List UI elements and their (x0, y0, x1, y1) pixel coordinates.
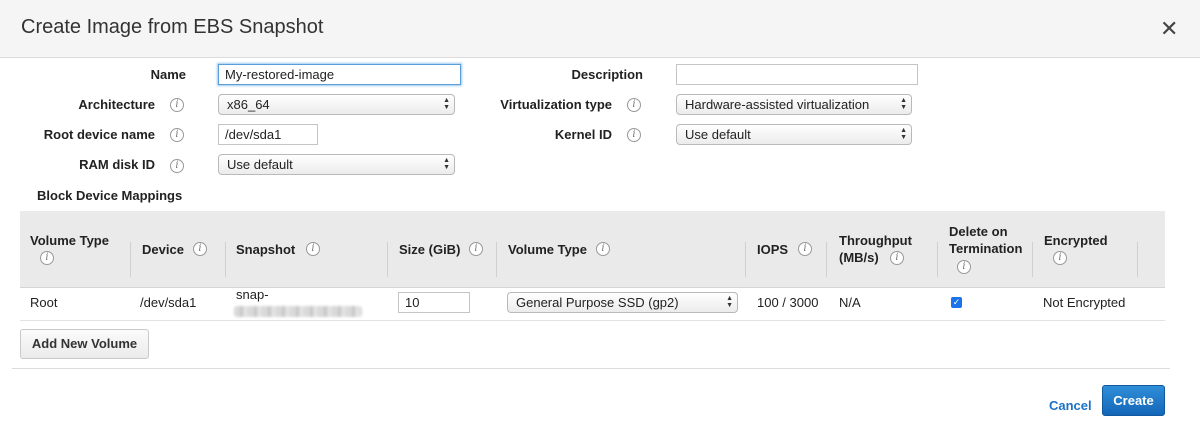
dialog-title: Create Image from EBS Snapshot (21, 16, 324, 38)
info-icon[interactable]: i (170, 98, 184, 112)
ram-disk-id-value: Use default (227, 157, 293, 172)
col-snapshot: Snapshot (236, 242, 296, 257)
column-divider (1032, 242, 1033, 277)
kernel-id-select[interactable]: Use default ▲ ▼ (676, 124, 912, 145)
col-delete-termination: Termination (949, 241, 1023, 256)
ram-disk-id-select[interactable]: Use default ▲ ▼ (218, 154, 455, 175)
table-header: Volume Type i Device i Snapshot i Size (… (20, 211, 1165, 288)
col-iops: IOPS (757, 242, 789, 257)
select-arrows-icon: ▲ ▼ (900, 97, 907, 111)
ram-disk-id-label: RAM disk ID (79, 157, 155, 172)
root-device-name-label: Root device name (43, 127, 155, 142)
add-new-volume-button[interactable]: Add New Volume (20, 329, 149, 359)
info-icon[interactable]: i (798, 242, 812, 256)
ebs-volume-type-value: General Purpose SSD (gp2) (516, 295, 679, 310)
column-divider (496, 242, 497, 277)
cancel-button[interactable]: Cancel (1049, 398, 1092, 413)
select-arrows-icon: ▲ ▼ (726, 295, 733, 309)
row-volume-type: Root (30, 295, 58, 310)
column-divider (826, 242, 827, 277)
info-icon[interactable]: i (306, 242, 320, 256)
row-device: /dev/sda1 (140, 295, 197, 310)
col-ebs-volume-type: Volume Type (508, 242, 587, 257)
info-icon[interactable]: i (469, 242, 483, 256)
description-label: Description (571, 67, 643, 82)
info-icon[interactable]: i (627, 98, 641, 112)
architecture-label: Architecture (78, 97, 155, 112)
name-label: Name (150, 67, 186, 82)
column-divider (937, 242, 938, 277)
info-icon[interactable]: i (170, 128, 184, 142)
row-divider (20, 320, 1165, 321)
column-divider (225, 242, 226, 277)
info-icon[interactable]: i (170, 159, 184, 173)
select-arrows-icon: ▲ ▼ (443, 157, 450, 171)
col-throughput-unit: (MB/s) (839, 250, 879, 265)
description-input[interactable] (676, 64, 918, 85)
virtualization-type-value: Hardware-assisted virtualization (685, 97, 870, 112)
row-throughput: N/A (839, 295, 861, 310)
ebs-volume-type-select[interactable]: General Purpose SSD (gp2) ▲ ▼ (507, 292, 738, 313)
kernel-id-value: Use default (685, 127, 751, 142)
info-icon[interactable]: i (40, 251, 54, 265)
info-icon[interactable]: i (627, 128, 641, 142)
virtualization-type-label: Virtualization type (500, 97, 612, 112)
block-device-mappings-heading: Block Device Mappings (37, 188, 183, 203)
column-divider (745, 242, 746, 277)
row-snapshot-id: snap- (236, 287, 269, 302)
create-button[interactable]: Create (1102, 385, 1165, 416)
size-input[interactable] (398, 292, 470, 313)
info-icon[interactable]: i (596, 242, 610, 256)
architecture-select[interactable]: x86_64 ▲ ▼ (218, 94, 455, 115)
info-icon[interactable]: i (193, 242, 207, 256)
col-throughput: Throughput (839, 233, 912, 248)
name-input[interactable] (218, 64, 461, 85)
architecture-value: x86_64 (227, 97, 270, 112)
select-arrows-icon: ▲ ▼ (443, 97, 450, 111)
kernel-id-label: Kernel ID (554, 127, 612, 142)
col-size: Size (GiB) (399, 242, 461, 257)
col-device: Device (142, 242, 184, 257)
info-icon[interactable]: i (957, 260, 971, 274)
column-divider (1137, 242, 1138, 277)
col-volume-type: Volume Type (30, 233, 109, 248)
column-divider (130, 242, 131, 277)
col-encrypted: Encrypted (1044, 233, 1108, 248)
info-icon[interactable]: i (1053, 251, 1067, 265)
col-delete-on: Delete on (949, 224, 1008, 239)
row-iops: 100 / 3000 (757, 295, 819, 310)
delete-on-termination-checkbox[interactable]: ✓ (951, 297, 962, 308)
root-device-name-input[interactable] (218, 124, 318, 145)
footer-divider (12, 368, 1170, 369)
select-arrows-icon: ▲ ▼ (900, 127, 907, 141)
column-divider (387, 242, 388, 277)
close-icon[interactable]: ✕ (1160, 16, 1178, 42)
info-icon[interactable]: i (890, 251, 904, 265)
row-encrypted: Not Encrypted (1043, 295, 1126, 310)
virtualization-type-select[interactable]: Hardware-assisted virtualization ▲ ▼ (676, 94, 912, 115)
redacted-snapshot-id (234, 306, 362, 317)
